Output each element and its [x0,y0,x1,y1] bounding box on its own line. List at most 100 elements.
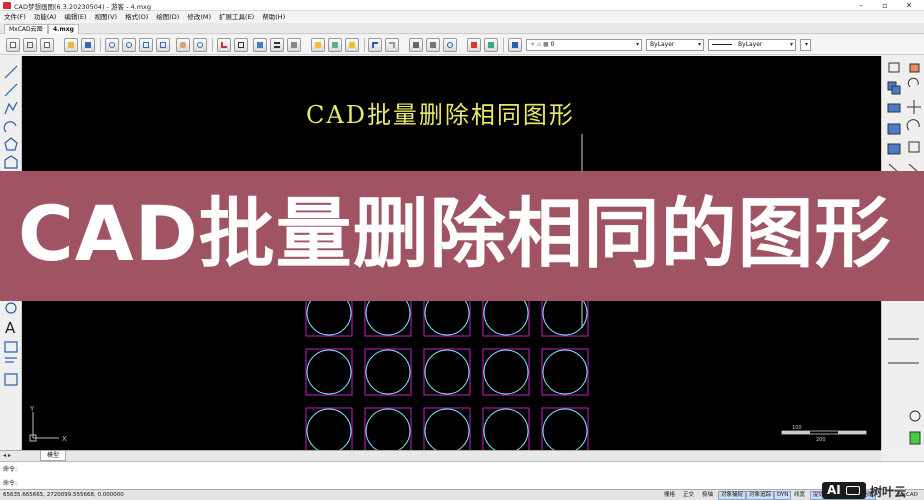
match-properties-icon[interactable] [287,38,301,52]
dyn-toggle[interactable]: DYN [774,491,792,500]
lineweight-toggle[interactable]: 线宽 [792,491,807,500]
menu-function[interactable]: 功能(A) [30,11,61,23]
construction-line-icon[interactable] [4,83,18,97]
text-tool-icon[interactable]: A [5,319,16,337]
print-icon[interactable] [409,38,423,52]
rotate-tool-icon[interactable] [906,119,920,131]
circle-shape[interactable] [542,349,588,395]
block-editor-icon[interactable] [345,38,359,52]
chevron-down-icon: ▾ [635,41,639,48]
calculator-icon[interactable] [909,431,921,445]
zoom-extents-icon[interactable] [139,38,153,52]
grid-toggle[interactable]: 栅格 [662,491,677,500]
pdf-export-icon[interactable] [467,38,481,52]
hatch-tool-icon[interactable] [4,373,18,386]
command-input[interactable] [20,476,810,486]
title-bar: CAD梦想画图(6.3.20230504) - 游客 - 4.mxg – ▫ ✕ [0,0,924,11]
square-shape[interactable] [305,348,353,396]
pan-hand-icon[interactable] [176,38,190,52]
menu-format[interactable]: 格式(O) [121,11,152,23]
menu-file[interactable]: 文件(F) [0,11,30,23]
circle-shape[interactable] [483,408,529,450]
square-shape[interactable] [541,407,589,450]
erase-tool-icon[interactable] [909,63,920,73]
circle-shape[interactable] [365,349,411,395]
minimize-button[interactable]: – [852,0,870,11]
block-icon[interactable] [311,38,325,52]
color-select[interactable]: ByLayer ▾ [646,39,704,51]
square-shape[interactable] [423,348,471,396]
circle-shape[interactable] [424,349,470,395]
circle-shape[interactable] [306,408,352,450]
array-tool-icon[interactable] [887,103,901,113]
image-tool-icon[interactable] [4,341,18,353]
linetype-select[interactable]: ByLayer ▾ [708,39,796,51]
square-shape[interactable] [305,407,353,450]
print-preview-icon[interactable] [426,38,440,52]
revcloud-tool-icon[interactable] [5,302,17,314]
menu-view[interactable]: 视图(V) [91,11,122,23]
select-tool-icon[interactable] [888,62,900,73]
square-shape[interactable] [541,348,589,396]
layer-manager-icon[interactable] [508,38,522,52]
otrack-toggle[interactable]: 对象追踪 [746,491,775,500]
properties-icon[interactable] [253,38,267,52]
circle-shape[interactable] [424,408,470,450]
square-shape[interactable] [364,407,412,450]
select-similar-icon[interactable] [234,38,248,52]
circle-shape[interactable] [306,349,352,395]
measure-icon[interactable] [217,38,231,52]
circle-shape[interactable] [365,408,411,450]
save-icon[interactable] [81,38,95,52]
menu-modify[interactable]: 修改(M) [183,11,215,23]
lineweight-select[interactable]: ▾ [800,39,811,51]
new-file-icon[interactable] [6,38,20,52]
menu-draw[interactable]: 绘图(D) [152,11,183,23]
tab-nav-arrows[interactable]: ◂ ▸ [3,451,11,461]
square-shape[interactable] [423,407,471,450]
command-area[interactable]: 命令: 命令: [0,461,924,489]
chevron-down-icon: ▾ [804,41,808,48]
tab-model[interactable]: 模型 [40,451,67,461]
insert-image-icon[interactable] [328,38,342,52]
layer-select[interactable]: ☀ ⌂ ■ 0 ▾ [526,39,642,51]
zoom-realtime-icon[interactable] [105,38,119,52]
arc-tool-icon[interactable] [3,121,17,133]
close-button[interactable]: ✕ [900,0,918,11]
shape-tool-icon[interactable] [4,155,18,169]
square-shape[interactable] [482,407,530,450]
maximize-button[interactable]: ▫ [876,0,894,11]
scale-tool-icon[interactable] [887,143,901,155]
move-tool-icon[interactable] [907,100,921,114]
circle-shape[interactable] [483,349,529,395]
redo-icon[interactable] [385,38,399,52]
zoom-window-icon[interactable] [122,38,136,52]
square-shape[interactable] [482,348,530,396]
zoom-previous-icon[interactable] [193,38,207,52]
undo-icon[interactable] [368,38,382,52]
mirror-tool-icon[interactable] [887,123,901,135]
web-icon[interactable] [443,38,457,52]
zoom-all-icon[interactable] [156,38,170,52]
layer-list-icon[interactable] [270,38,284,52]
polar-toggle[interactable]: 极轴 [700,491,715,500]
square-shape[interactable] [364,348,412,396]
circle-shape[interactable] [542,408,588,450]
line-tool-icon[interactable] [4,65,18,79]
tab-cloud[interactable]: MxCAD云图 [4,24,48,34]
ortho-toggle[interactable]: 正交 [681,491,696,500]
open-folder-icon[interactable] [64,38,78,52]
polyline-tool-icon[interactable] [4,101,18,115]
tab-drawing[interactable]: 4.mxg [48,24,79,34]
offset-tool-icon[interactable] [907,77,919,88]
menu-extensions[interactable]: 扩展工具(E) [215,11,258,23]
menu-edit[interactable]: 编辑(E) [60,11,90,23]
image-export-icon[interactable] [484,38,498,52]
new-file-alt-icon[interactable] [40,38,54,52]
menu-help[interactable]: 帮助(H) [258,11,289,23]
stretch-tool-icon[interactable] [908,141,920,153]
dimension-radius-icon[interactable] [909,410,921,422]
osnap-toggle[interactable]: 对象捕捉 [718,491,747,500]
new-template-icon[interactable] [23,38,37,52]
polygon-tool-icon[interactable] [4,137,18,151]
